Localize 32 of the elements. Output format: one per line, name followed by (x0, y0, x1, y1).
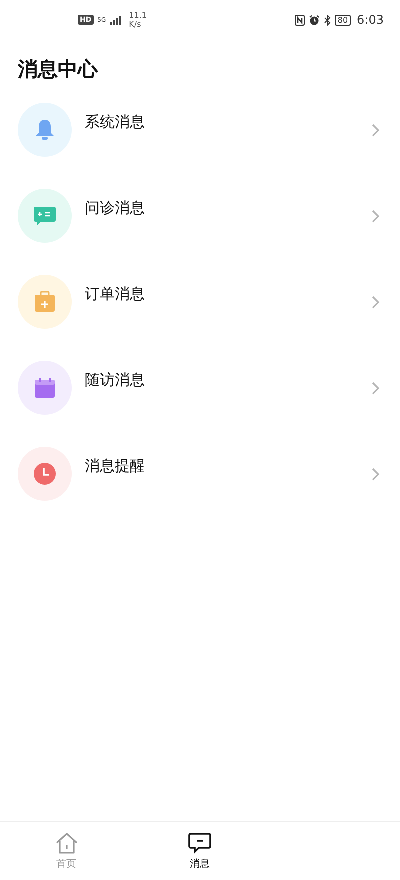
chevron-right-icon (372, 124, 380, 136)
alarm-icon (308, 14, 320, 26)
chat-bubble-icon (33, 205, 57, 227)
chat-bubble-icon (188, 832, 212, 854)
speed-unit: K/s (129, 20, 142, 29)
message-category-item[interactable]: 问诊消息 (18, 189, 384, 243)
chevron-right-icon (372, 210, 380, 222)
message-category-item[interactable]: 随访消息 (18, 361, 384, 415)
briefcase-icon (34, 291, 56, 313)
chevron-right-icon (372, 296, 380, 308)
category-label: 系统消息 (85, 112, 146, 132)
signal-icon (110, 16, 122, 24)
bell-icon (35, 118, 55, 142)
home-icon (54, 832, 79, 854)
speed-value: 11.1 (129, 11, 147, 20)
category-label: 问诊消息 (85, 198, 146, 218)
category-label: 消息提醒 (85, 456, 146, 476)
clock-time: 6:03 (357, 13, 384, 27)
category-label: 随访消息 (85, 370, 146, 390)
page-title: 消息中心 (18, 56, 100, 83)
nfc-icon (294, 14, 305, 26)
message-category-item[interactable]: 订单消息 (18, 275, 384, 329)
category-label: 订单消息 (85, 284, 146, 304)
message-category-item[interactable]: 系统消息 (18, 103, 384, 157)
calendar-icon (34, 377, 56, 399)
nav-tab[interactable]: 消息 (133, 822, 267, 880)
clock-icon (33, 462, 57, 486)
chevron-right-icon (372, 468, 380, 480)
message-category-item[interactable]: 消息提醒 (18, 447, 384, 501)
chevron-right-icon (372, 382, 380, 394)
battery-indicator: 80 (334, 14, 352, 26)
bluetooth-icon (324, 14, 331, 26)
